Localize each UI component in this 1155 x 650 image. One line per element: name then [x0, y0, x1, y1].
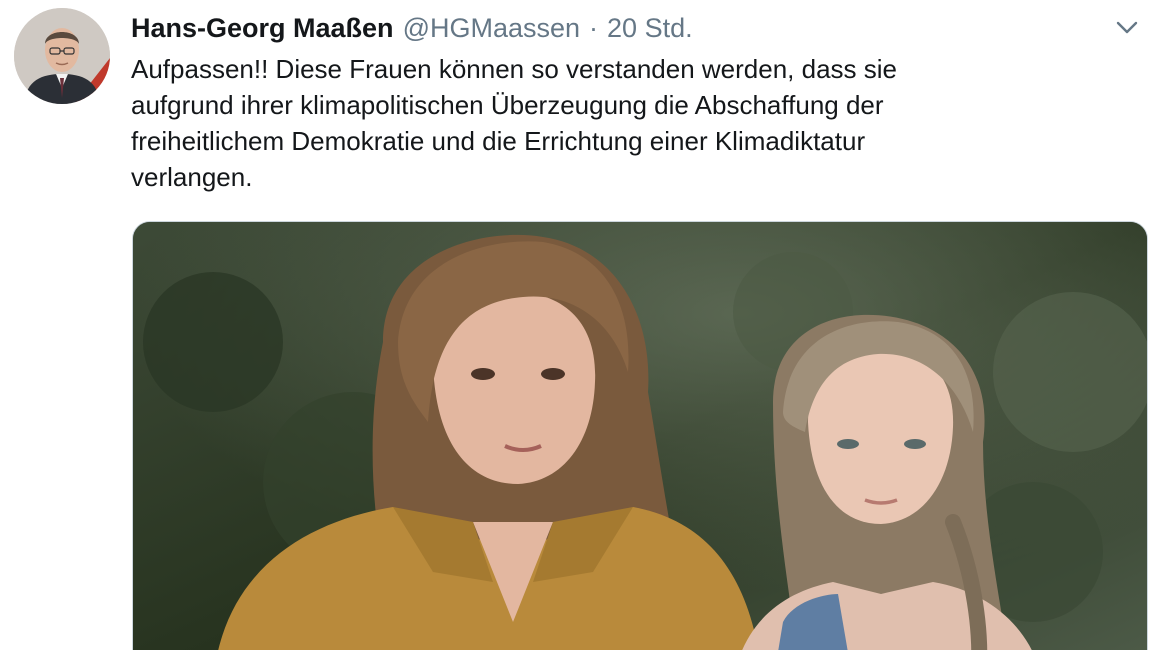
photo-two-women-icon — [133, 222, 1147, 650]
separator-dot: · — [589, 13, 599, 43]
author-handle[interactable]: @HGMaassen — [403, 10, 580, 46]
author-display-name[interactable]: Hans-Georg Maaßen — [131, 10, 394, 46]
avatar-photo-icon — [14, 8, 110, 104]
tweet-media-photo[interactable] — [132, 221, 1148, 650]
tweet-header: Hans-Georg Maaßen @HGMaassen · 20 Std. — [131, 10, 693, 46]
chevron-down-icon — [1116, 21, 1138, 34]
tweet-timestamp[interactable]: 20 Std. — [607, 10, 693, 46]
tweet-text-line: Aufpassen!! Diese Frauen können so verst… — [131, 54, 898, 84]
author-avatar[interactable] — [14, 8, 110, 104]
tweet[interactable]: Hans-Georg Maaßen @HGMaassen · 20 Std. A… — [0, 0, 1155, 650]
tweet-menu-button[interactable] — [1113, 14, 1141, 42]
tweet-text-line: freiheitlichem Demokratie und die Errich… — [131, 126, 866, 156]
tweet-text-line: aufgrund ihrer klimapolitischen Überzeug… — [131, 90, 884, 120]
tweet-text-line: verlangen. — [131, 162, 253, 192]
tweet-text: Aufpassen!! Diese Frauen können so verst… — [131, 51, 1131, 195]
